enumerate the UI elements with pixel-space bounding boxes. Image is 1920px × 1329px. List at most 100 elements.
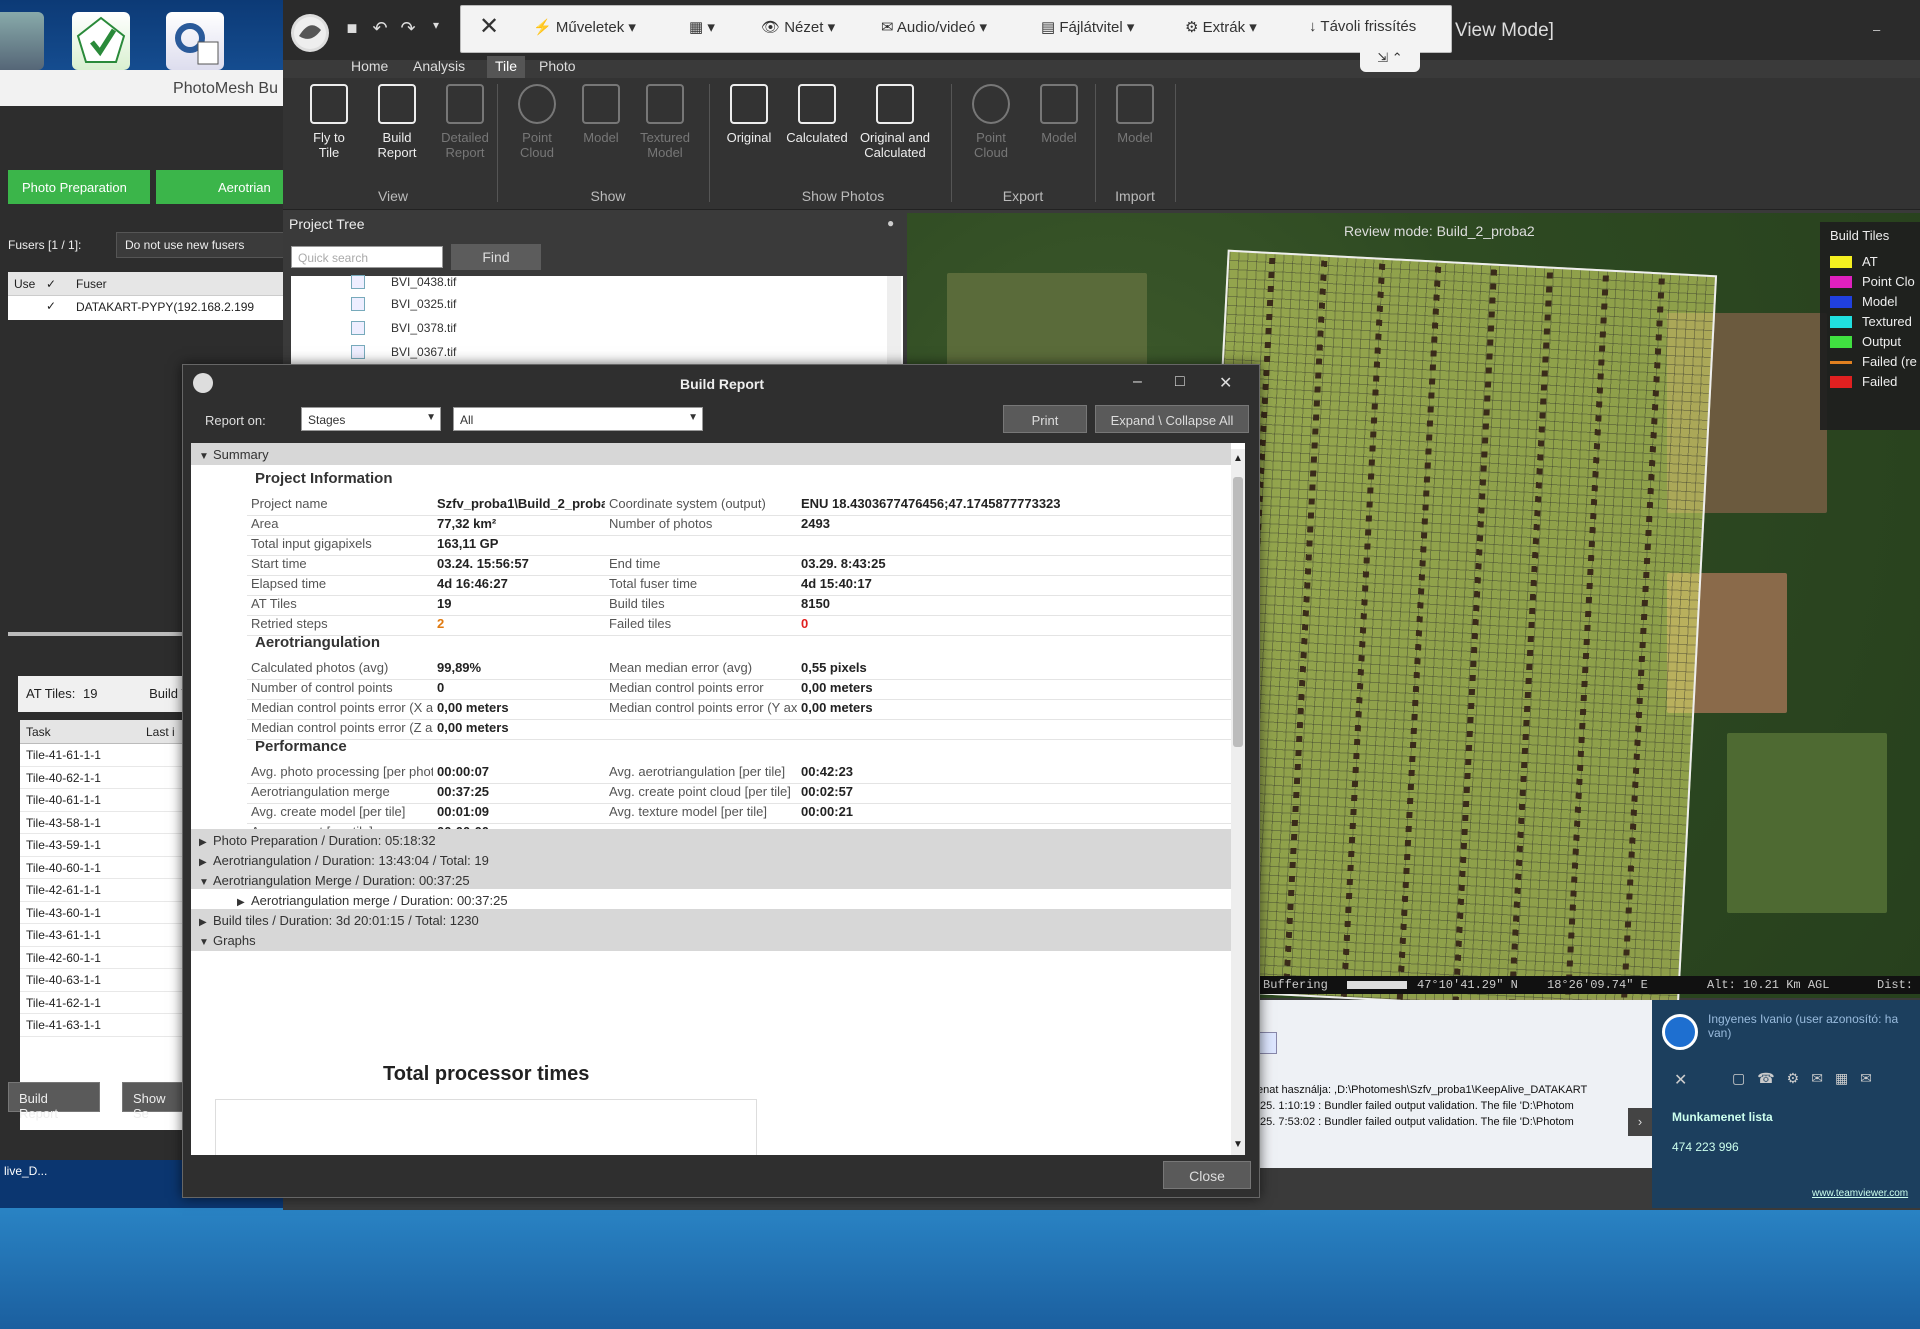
report-field-value: 0,00 meters: [437, 720, 509, 735]
windows-menu-icon[interactable]: ▦ ▾: [689, 18, 715, 36]
summary-section-header[interactable]: ▼ Summary: [191, 443, 1231, 465]
photo-preparation-button[interactable]: Photo Preparation: [8, 170, 150, 204]
import-model-button[interactable]: Model: [1103, 84, 1167, 194]
remote-update-menu[interactable]: ↓ Távoli frissítés: [1309, 18, 1416, 35]
tree-item-label: BVI_0367.tif: [391, 345, 457, 359]
save-icon[interactable]: ■: [339, 18, 365, 44]
build-report-ribbon-button[interactable]: Build Report: [365, 84, 429, 194]
taskbar-item[interactable]: live_D...: [4, 1164, 47, 1178]
tab-analysis[interactable]: Analysis: [405, 56, 473, 78]
build-tiles-footprint[interactable]: [1188, 249, 1718, 1017]
pin-panel-icon[interactable]: ●: [887, 216, 894, 230]
section-label: Graphs: [213, 933, 256, 948]
export-point-cloud-button[interactable]: Point Cloud: [959, 84, 1023, 194]
dialog-close-button[interactable]: ✕: [1219, 373, 1232, 393]
scroll-down-icon[interactable]: ▼: [1233, 1139, 1243, 1150]
report-group-title: Aerotriangulation: [255, 634, 381, 651]
export-model-label: Model: [1041, 130, 1077, 145]
ribbon-separator: [1095, 84, 1096, 202]
detailed-report-label: Detailed Report: [441, 130, 489, 160]
undo-icon[interactable]: ↶: [367, 18, 393, 44]
filter-select[interactable]: All ▼: [453, 407, 703, 431]
fly-to-tile-button[interactable]: Fly to Tile: [297, 84, 361, 194]
close-remote-icon[interactable]: ✕: [479, 12, 499, 41]
audio-video-menu[interactable]: ✉ Audio/videó ▾: [881, 18, 987, 36]
recycle-bin-icon[interactable]: [0, 12, 44, 70]
tree-scrollbar[interactable]: [887, 276, 901, 370]
report-section-header[interactable]: ▶ Aerotriangulation merge / Duration: 00:…: [191, 889, 1231, 911]
report-field-label: Median control points error (Z axis): [251, 720, 433, 735]
tab-tile[interactable]: Tile: [487, 56, 526, 78]
report-field-label: Retried steps: [251, 616, 328, 631]
extras-menu[interactable]: ⚙ Extrák ▾: [1185, 18, 1257, 36]
expand-triangle-icon: ▶: [199, 857, 207, 868]
expand-triangle-icon: ▶: [199, 837, 207, 848]
tab-photo[interactable]: Photo: [531, 56, 584, 78]
print-button[interactable]: Print: [1003, 405, 1087, 433]
export-model-button[interactable]: Model: [1027, 84, 1091, 194]
original-calculated-button[interactable]: Original and Calculated: [853, 84, 937, 194]
session-icons[interactable]: ▢☎⚙✉▦✉: [1732, 1070, 1884, 1087]
report-section-header[interactable]: ▶ Build tiles / Duration: 3d 20:01:15 / T…: [191, 909, 1231, 931]
report-scrollbar[interactable]: ▲ ▼: [1231, 449, 1245, 1155]
report-on-select[interactable]: Stages ▼: [301, 407, 441, 431]
pin-icon: [310, 84, 348, 124]
col-last: Last i: [146, 725, 175, 739]
find-button[interactable]: Find: [451, 244, 541, 270]
tree-item-checkbox[interactable]: [351, 345, 365, 359]
fuser-row[interactable]: ✓ DATAKART-PYPY(192.168.2.199: [8, 296, 290, 318]
section-label: Aerotriangulation merge / Duration: 00:3…: [251, 893, 508, 908]
tree-item-checkbox[interactable]: [351, 321, 365, 335]
detailed-report-button[interactable]: Detailed Report: [433, 84, 497, 194]
task-name: Tile-43-59-1-1: [26, 838, 101, 852]
view-menu[interactable]: 👁 Nézet ▾: [761, 18, 835, 36]
tab-home[interactable]: Home: [343, 56, 396, 78]
expand-collapse-button[interactable]: Expand \ Collapse All: [1095, 405, 1249, 433]
photomesh-icon[interactable]: [72, 12, 130, 70]
original-label: Original: [726, 130, 772, 145]
report-section-header[interactable]: ▶ Photo Preparation / Duration: 05:18:32: [191, 829, 1231, 851]
actions-menu[interactable]: ⚡ Műveletek ▾: [533, 18, 636, 36]
report-section-header[interactable]: ▶ Aerotriangulation / Duration: 13:43:04 …: [191, 849, 1231, 871]
close-button[interactable]: Close: [1163, 1161, 1251, 1189]
app-logo-icon[interactable]: [291, 14, 329, 52]
report-section-header[interactable]: ▼ Graphs: [191, 929, 1231, 951]
flight-line: [1396, 262, 1442, 1000]
remote-bar-tab[interactable]: ⇲ ⌃: [1360, 50, 1420, 72]
cloud-export-icon: [972, 84, 1010, 124]
build-report-dialog: Build Report – □ ✕ Report on: Stages ▼ Al…: [182, 364, 1260, 1198]
scroll-up-icon[interactable]: ▲: [1233, 453, 1243, 464]
project-tree-title: Project Tree: [289, 216, 365, 232]
show-model-button[interactable]: Model: [569, 84, 633, 194]
tree-item-checkbox[interactable]: [351, 275, 365, 289]
redo-icon[interactable]: ↷: [395, 18, 421, 44]
show-point-cloud-button[interactable]: Point Cloud: [505, 84, 569, 194]
qat-more-icon[interactable]: ▾: [423, 18, 449, 44]
build-report-button[interactable]: Build Report: [8, 1082, 100, 1121]
tree-item-checkbox[interactable]: [351, 297, 365, 311]
quick-search-input[interactable]: Quick search: [291, 246, 443, 268]
minimize-button[interactable]: –: [1873, 22, 1880, 37]
report-section-header[interactable]: ▼ Aerotriangulation Merge / Duration: 00:…: [191, 869, 1231, 891]
aerotriangulation-button[interactable]: Aerotrian: [156, 170, 290, 204]
report-field-label: [605, 715, 797, 739]
session-list-label[interactable]: Munkamenet lista: [1672, 1110, 1773, 1124]
original-photos-button[interactable]: Original: [717, 84, 781, 194]
legend-label: Textured: [1862, 314, 1912, 329]
close-session-icon[interactable]: ✕: [1674, 1070, 1687, 1090]
settings-icon[interactable]: [166, 12, 224, 70]
dialog-maximize-button[interactable]: □: [1175, 373, 1185, 391]
teamviewer-link[interactable]: www.teamviewer.com: [1812, 1188, 1908, 1199]
show-model-label: Model: [583, 130, 619, 145]
dialog-minimize-button[interactable]: –: [1133, 373, 1142, 391]
file-transfer-menu[interactable]: ▤ Fájlátvitel ▾: [1041, 18, 1134, 36]
fusers-select[interactable]: Do not use new fusers: [116, 232, 286, 258]
scroll-thumb[interactable]: [1233, 477, 1243, 747]
panel-expand-icon[interactable]: ›: [1628, 1108, 1652, 1136]
report-icon: [378, 84, 416, 124]
remote-update-label: Távoli frissítés: [1320, 18, 1417, 35]
window-title: PhotoMesh Bu: [0, 70, 290, 106]
fuser-checkbox[interactable]: ✓: [46, 299, 56, 313]
show-textured-model-button[interactable]: Textured Model: [633, 84, 697, 194]
calculated-photos-button[interactable]: Calculated: [785, 84, 849, 194]
